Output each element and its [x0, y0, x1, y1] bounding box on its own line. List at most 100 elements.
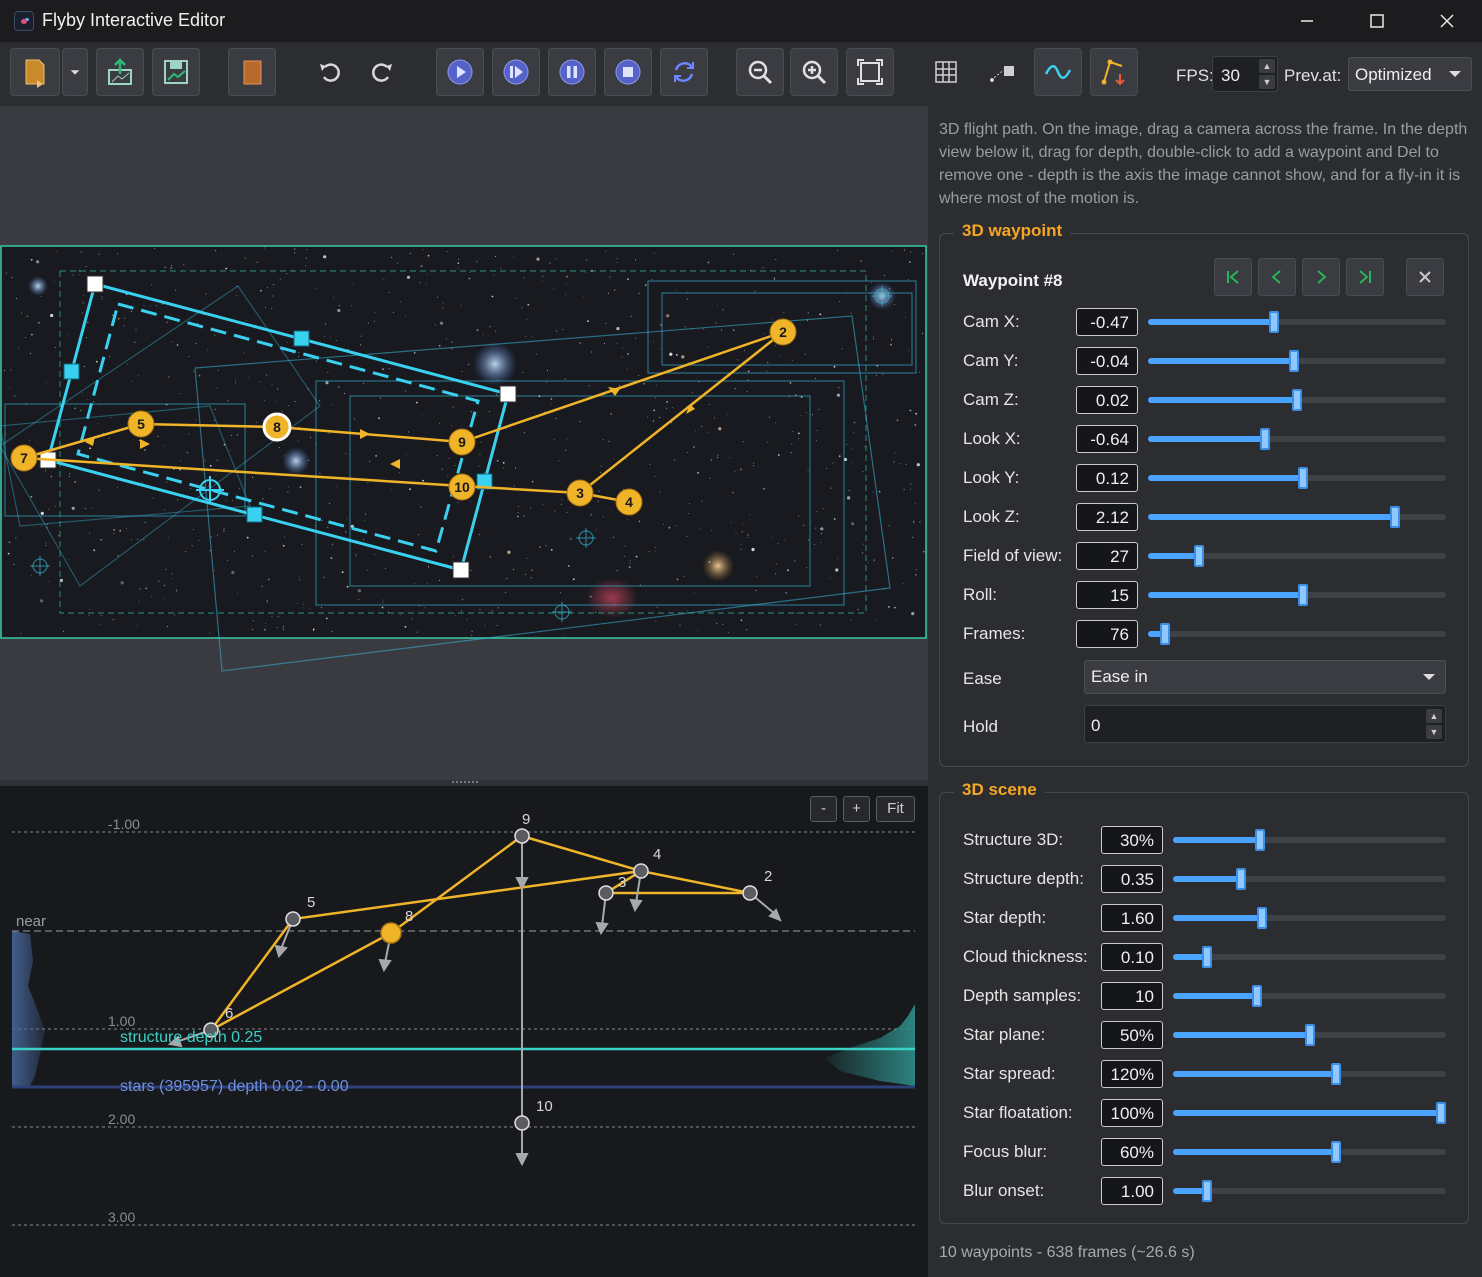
- waypoint-param-slider-handle[interactable]: [1160, 623, 1170, 645]
- scene-param-value-input[interactable]: 50%: [1101, 1021, 1163, 1049]
- hold-down-arrow-icon[interactable]: ▼: [1426, 725, 1442, 739]
- grid-toggle-button[interactable]: [922, 48, 970, 96]
- scene-param-slider[interactable]: [1173, 907, 1446, 929]
- scene-param-value-input[interactable]: 100%: [1101, 1099, 1163, 1127]
- scene-param-slider-handle[interactable]: [1257, 907, 1267, 929]
- scene-param-slider[interactable]: [1173, 1141, 1446, 1163]
- scene-param-slider[interactable]: [1173, 1063, 1446, 1085]
- scene-param-value-input[interactable]: 0.35: [1101, 865, 1163, 893]
- hold-input[interactable]: 0 ▲ ▼: [1084, 705, 1446, 743]
- depth-fit-button[interactable]: Fit: [876, 796, 915, 822]
- frame-edge-handle[interactable]: [246, 506, 263, 523]
- waypoint-param-slider-handle[interactable]: [1298, 467, 1308, 489]
- waypoint-param-slider[interactable]: [1148, 545, 1446, 567]
- depth-waypoint-node[interactable]: [598, 885, 614, 901]
- scene-param-slider-handle[interactable]: [1436, 1102, 1446, 1124]
- waypoint-param-slider-handle[interactable]: [1298, 584, 1308, 606]
- scene-param-slider-handle[interactable]: [1202, 1180, 1212, 1202]
- undo-button[interactable]: [306, 48, 354, 96]
- fps-input[interactable]: 30 ▲ ▼: [1212, 56, 1278, 92]
- new-file-button[interactable]: [10, 48, 60, 96]
- waypoint-param-slider[interactable]: [1148, 350, 1446, 372]
- loop-button[interactable]: [660, 48, 708, 96]
- minimize-button[interactable]: [1272, 0, 1342, 42]
- frame-edge-handle[interactable]: [293, 330, 310, 347]
- stop-button[interactable]: [604, 48, 652, 96]
- scene-param-value-input[interactable]: 1.00: [1101, 1177, 1163, 1205]
- scene-param-slider-handle[interactable]: [1202, 946, 1212, 968]
- waypoint-param-slider[interactable]: [1148, 311, 1446, 333]
- play-button[interactable]: [436, 48, 484, 96]
- bookmark-button[interactable]: [228, 48, 276, 96]
- frame-corner-handle[interactable]: [499, 385, 517, 403]
- play-step-button[interactable]: [492, 48, 540, 96]
- pause-button[interactable]: [548, 48, 596, 96]
- depth-view[interactable]: 9 4 3 2 5 8 6 10 - + Fit -1.00 1.00 2.00 3.00 n…: [0, 786, 928, 1277]
- next-waypoint-button[interactable]: [1302, 258, 1340, 296]
- frame-edge-handle[interactable]: [63, 363, 80, 380]
- scene-param-slider-handle[interactable]: [1331, 1063, 1341, 1085]
- waypoint-param-slider[interactable]: [1148, 506, 1446, 528]
- scene-param-slider-handle[interactable]: [1255, 829, 1265, 851]
- smooth-curve-button[interactable]: [1034, 48, 1082, 96]
- hold-up-arrow-icon[interactable]: ▲: [1426, 709, 1442, 723]
- waypoint-param-slider-handle[interactable]: [1390, 506, 1400, 528]
- preview-quality-select[interactable]: Optimized: [1348, 57, 1472, 91]
- depth-waypoint-node[interactable]: [633, 863, 649, 879]
- last-waypoint-button[interactable]: [1346, 258, 1384, 296]
- waypoint-param-slider-handle[interactable]: [1194, 545, 1204, 567]
- scene-param-slider[interactable]: [1173, 868, 1446, 890]
- waypoint-param-value-input[interactable]: 0.02: [1076, 386, 1138, 414]
- fit-view-button[interactable]: [846, 48, 894, 96]
- scene-param-value-input[interactable]: 1.60: [1101, 904, 1163, 932]
- waypoint-param-slider[interactable]: [1148, 584, 1446, 606]
- depth-waypoint-node[interactable]: [742, 885, 758, 901]
- scene-param-value-input[interactable]: 30%: [1101, 826, 1163, 854]
- waypoint-param-value-input[interactable]: -0.47: [1076, 308, 1138, 336]
- image-canvas[interactable]: 7 5 8 9 10 3 4 2: [0, 106, 928, 780]
- frame-corner-handle[interactable]: [86, 275, 104, 293]
- waypoint-param-slider[interactable]: [1148, 428, 1446, 450]
- waypoint-param-slider-handle[interactable]: [1260, 428, 1270, 450]
- camera-path-button[interactable]: [978, 48, 1026, 96]
- scene-param-slider[interactable]: [1173, 1180, 1446, 1202]
- waypoint-param-value-input[interactable]: 76: [1076, 620, 1138, 648]
- waypoint-param-slider-handle[interactable]: [1269, 311, 1279, 333]
- waypoint-param-slider[interactable]: [1148, 389, 1446, 411]
- waypoint-param-slider-handle[interactable]: [1289, 350, 1299, 372]
- prev-waypoint-button[interactable]: [1258, 258, 1296, 296]
- waypoint-param-value-input[interactable]: -0.04: [1076, 347, 1138, 375]
- depth-waypoint-node[interactable]: [285, 911, 301, 927]
- scene-param-slider-handle[interactable]: [1252, 985, 1262, 1007]
- fps-down-arrow-icon[interactable]: ▼: [1259, 75, 1275, 89]
- depth-waypoint-node[interactable]: [380, 922, 402, 944]
- waypoint-param-value-input[interactable]: 15: [1076, 581, 1138, 609]
- new-file-menu-button[interactable]: [62, 48, 88, 96]
- scene-param-slider[interactable]: [1173, 946, 1446, 968]
- zoom-in-button[interactable]: [790, 48, 838, 96]
- depth-waypoint-node[interactable]: [514, 828, 530, 844]
- scene-param-slider-handle[interactable]: [1236, 868, 1246, 890]
- scene-param-value-input[interactable]: 0.10: [1101, 943, 1163, 971]
- waypoint-param-slider[interactable]: [1148, 467, 1446, 489]
- depth-waypoint-node[interactable]: [514, 1115, 530, 1131]
- waypoint-param-slider-handle[interactable]: [1292, 389, 1302, 411]
- first-waypoint-button[interactable]: [1214, 258, 1252, 296]
- scene-param-slider[interactable]: [1173, 985, 1446, 1007]
- delete-waypoint-button[interactable]: [1406, 258, 1444, 296]
- fps-up-arrow-icon[interactable]: ▲: [1259, 59, 1275, 73]
- waypoint-param-value-input[interactable]: 2.12: [1076, 503, 1138, 531]
- image-view[interactable]: 7 5 8 9 10 3 4 2: [0, 106, 928, 780]
- export-button[interactable]: [96, 48, 144, 96]
- waypoint-param-value-input[interactable]: 27: [1076, 542, 1138, 570]
- depth-zoom-in-button[interactable]: +: [843, 796, 870, 822]
- scene-param-slider[interactable]: [1173, 1102, 1446, 1124]
- waypoint-param-value-input[interactable]: -0.64: [1076, 425, 1138, 453]
- close-button[interactable]: [1412, 0, 1482, 42]
- scene-param-slider[interactable]: [1173, 829, 1446, 851]
- scene-param-value-input[interactable]: 10: [1101, 982, 1163, 1010]
- zoom-out-button[interactable]: [736, 48, 784, 96]
- waypoint-param-slider[interactable]: [1148, 623, 1446, 645]
- scene-param-slider-handle[interactable]: [1305, 1024, 1315, 1046]
- save-button[interactable]: [152, 48, 200, 96]
